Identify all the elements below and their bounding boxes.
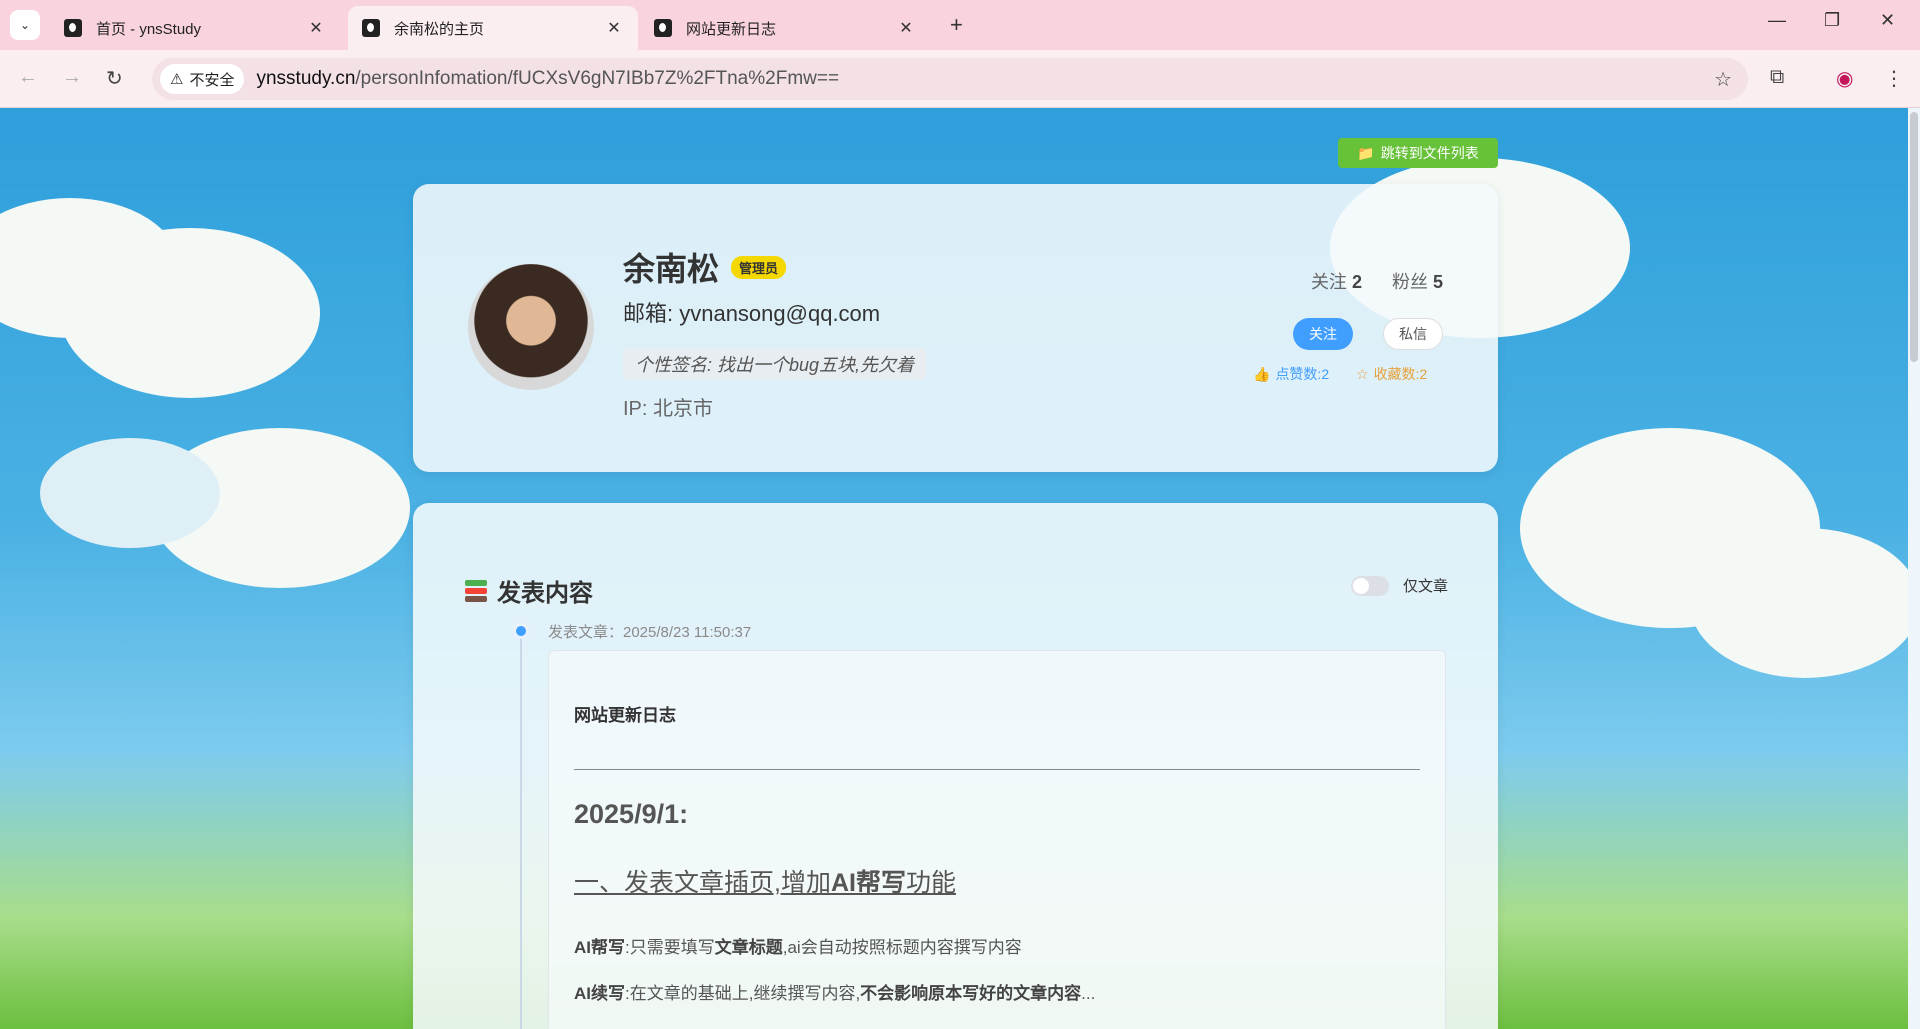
jump-to-files-button[interactable]: 📁 跳转到文件列表 (1338, 138, 1498, 168)
star-icon: ☆ (1356, 365, 1369, 382)
tab-label: 余南松的主页 (394, 20, 485, 38)
toggle-switch[interactable] (1350, 575, 1389, 596)
post-paragraph: AI续写:在文章的基础上,继续撰写内容,不会影响原本写好的文章内容... (574, 979, 1095, 1004)
text: :在文章的基础上,继续撰写内容, (625, 984, 861, 1003)
tab-search-button[interactable]: ⌄ (10, 10, 40, 40)
tab-label: 首页 - ynsStudy (96, 20, 202, 38)
text-bold: AI续写 (574, 984, 625, 1003)
folder-icon: 📁 (1357, 144, 1375, 161)
timeline-dot (513, 623, 529, 639)
follow-button[interactable]: 关注 (1293, 318, 1353, 350)
articles-only-switch[interactable]: 仅文章 (1350, 575, 1448, 596)
toggle-label: 仅文章 (1402, 578, 1448, 595)
following-count: 2 (1351, 272, 1362, 292)
thumbs-up-icon: 👍 (1253, 365, 1271, 382)
jump-button-label: 跳转到文件列表 (1380, 145, 1479, 161)
restore-icon[interactable]: ❐ (1824, 10, 1840, 31)
text: ... (1081, 984, 1096, 1003)
tab-changelog[interactable]: 网站更新日志 ✕ (640, 6, 930, 50)
subheading-part: 功能 (905, 869, 956, 897)
subheading-bold: AI帮写 (830, 869, 906, 897)
text-bold: AI帮写 (574, 938, 625, 957)
following-label: 关注 (1310, 272, 1347, 292)
tab-strip: ⌄ 首页 - ynsStudy ✕ 余南松的主页 ✕ 网站更新日志 ✕ + — … (0, 0, 1920, 50)
browser-toolbar: ← → ↻ ⚠ 不安全 ynsstudy.cn/personInfomation… (0, 50, 1920, 108)
address-bar[interactable]: ⚠ 不安全 ynsstudy.cn/personInfomation/fUCXs… (152, 58, 1748, 100)
menu-icon[interactable]: ⋮ (1884, 66, 1904, 91)
security-chip[interactable]: ⚠ 不安全 (160, 64, 245, 94)
text: ,ai会自动按照标题内容撰写内容 (782, 938, 1022, 957)
url-text[interactable]: ynsstudy.cn/personInfomation/fUCXsV6gN7I… (256, 68, 839, 90)
post-date-heading: 2025/9/1: (574, 799, 689, 829)
close-icon[interactable]: ✕ (604, 18, 624, 38)
section-header: 发表内容 (465, 573, 593, 608)
post-subheading: 一、发表文章插页,增加AI帮写功能 (574, 863, 956, 899)
page-viewport: 📁 跳转到文件列表 余南松 管理员 邮箱: yvnansong@qq.com 个… (0, 108, 1908, 1029)
avatar (468, 264, 594, 390)
site-favicon-icon (362, 19, 380, 37)
warning-icon: ⚠ (170, 71, 184, 88)
tab-home[interactable]: 首页 - ynsStudy ✕ (50, 6, 340, 50)
follow-stats: 关注 2 粉丝 5 (1311, 268, 1443, 294)
extensions-icon[interactable]: ⧉ (1770, 66, 1784, 89)
text-bold: 文章标题 (714, 938, 783, 957)
forward-icon[interactable]: → (62, 66, 82, 89)
window-close-icon[interactable]: ✕ (1880, 10, 1895, 31)
followers-label: 粉丝 (1391, 272, 1428, 292)
url-path: /personInfomation/fUCXsV6gN7IBb7Z%2FTna%… (355, 68, 840, 89)
message-button[interactable]: 私信 (1383, 318, 1443, 350)
books-icon (465, 579, 487, 602)
profile-signature: 个性签名: 找出一个bug五块,先欠着 (623, 348, 927, 380)
close-icon[interactable]: ✕ (306, 18, 326, 38)
content-card: 发表内容 仅文章 发表文章：2025/8/23 11:50:37 网站更新日志 … (413, 503, 1498, 1029)
reload-icon[interactable]: ↻ (106, 66, 123, 91)
following-stat[interactable]: 关注 2 (1311, 268, 1362, 294)
cloud (40, 438, 220, 548)
chevron-down-icon: ⌄ (19, 18, 31, 32)
divider (574, 769, 1420, 770)
profile-name-row: 余南松 管理员 (623, 244, 787, 290)
url-host: ynsstudy.cn (256, 68, 356, 89)
text: :只需要填写 (625, 938, 715, 957)
timeline-line (520, 633, 522, 1029)
followers-count: 5 (1432, 272, 1443, 292)
text-bold: 不会影响原本写好的文章内容 (860, 984, 1082, 1003)
cloud (60, 228, 320, 398)
bookmark-star-icon[interactable]: ☆ (1714, 67, 1732, 92)
security-label: 不安全 (189, 71, 235, 89)
close-icon[interactable]: ✕ (896, 18, 916, 38)
role-badge: 管理员 (731, 255, 787, 279)
cloud (1690, 528, 1908, 678)
profile-card: 余南松 管理员 邮箱: yvnansong@qq.com 个性签名: 找出一个b… (413, 184, 1498, 472)
back-icon[interactable]: ← (18, 66, 38, 89)
new-tab-button[interactable]: + (950, 12, 963, 38)
tab-label: 网站更新日志 (686, 20, 777, 38)
profile-email: 邮箱: yvnansong@qq.com (623, 301, 881, 326)
favorites-count: ☆ 收藏数:2 (1356, 364, 1427, 384)
subheading-part: 一、发表文章插页,增加 (574, 869, 831, 897)
likes-label: 点赞数:2 (1275, 366, 1330, 382)
profile-icon[interactable]: ◉ (1836, 66, 1853, 91)
post-timestamp: 发表文章：2025/8/23 11:50:37 (548, 624, 752, 641)
post-card[interactable]: 网站更新日志 2025/9/1: 一、发表文章插页,增加AI帮写功能 AI帮写:… (548, 650, 1446, 1029)
minimize-icon[interactable]: — (1768, 10, 1786, 31)
site-favicon-icon (64, 19, 82, 37)
site-favicon-icon (654, 19, 672, 37)
profile-ip: IP: 北京市 (623, 398, 714, 420)
followers-stat[interactable]: 粉丝 5 (1392, 268, 1443, 294)
scrollbar-thumb[interactable] (1910, 112, 1918, 362)
profile-name: 余南松 (623, 251, 720, 287)
tab-profile[interactable]: 余南松的主页 ✕ (348, 6, 638, 50)
post-paragraph: AI帮写:只需要填写文章标题,ai会自动按照标题内容撰写内容 (574, 933, 1022, 958)
section-title: 发表内容 (497, 580, 593, 607)
likes-count: 👍 点赞数:2 (1253, 364, 1329, 384)
post-title[interactable]: 网站更新日志 (574, 701, 676, 726)
favorites-label: 收藏数:2 (1373, 366, 1428, 382)
